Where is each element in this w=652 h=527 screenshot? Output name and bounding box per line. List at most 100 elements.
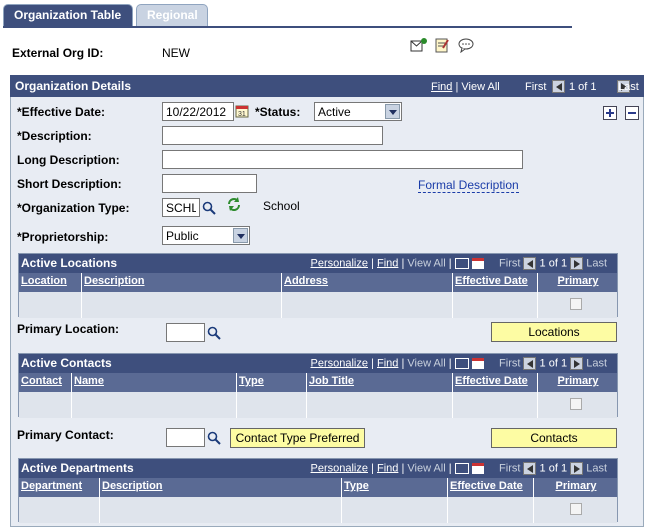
grid-header: Active Contacts Personalize | Find | Vie… xyxy=(19,354,617,373)
grid-header: Active Departments Personalize | Find | … xyxy=(19,459,617,478)
grid-prev-button[interactable] xyxy=(523,462,537,475)
add-row-button[interactable] xyxy=(603,106,617,120)
locations-button[interactable]: Locations xyxy=(491,322,617,342)
refresh-notes-icon[interactable] xyxy=(434,37,450,53)
grid-next-button[interactable] xyxy=(570,462,584,475)
grid-prev-button[interactable] xyxy=(523,357,537,370)
grid-next-button[interactable] xyxy=(570,357,584,370)
organization-type-label: *Organization Type: xyxy=(17,201,130,215)
section-find-link[interactable]: Find xyxy=(431,81,452,93)
grid-column-headers: Location Description Address Effective D… xyxy=(19,273,617,292)
column-department[interactable]: Department xyxy=(19,478,100,497)
column-contact[interactable]: Contact xyxy=(19,373,72,392)
effective-date-label: *Effective Date: xyxy=(17,105,106,119)
section-row-count: 1 of 1 xyxy=(569,81,597,93)
refresh-icon[interactable] xyxy=(226,196,242,212)
minus-icon xyxy=(628,112,636,114)
plus-icon xyxy=(606,109,614,117)
table-row xyxy=(19,292,617,318)
download-grid-icon[interactable] xyxy=(471,358,484,369)
grid-next-button[interactable] xyxy=(570,257,584,270)
delete-row-button[interactable] xyxy=(625,106,639,120)
column-effective-date[interactable]: Effective Date xyxy=(453,373,538,392)
grid-find-link[interactable]: Find xyxy=(377,357,398,369)
short-description-input[interactable] xyxy=(162,174,257,193)
table-row xyxy=(19,392,617,418)
zoom-grid-icon[interactable] xyxy=(454,258,469,269)
description-input[interactable] xyxy=(162,126,383,145)
tab-organization-table[interactable]: Organization Table xyxy=(3,4,133,26)
notify-icon[interactable] xyxy=(410,37,428,53)
grid-title: Active Contacts xyxy=(21,356,112,370)
long-description-input[interactable] xyxy=(162,150,523,169)
download-grid-icon[interactable] xyxy=(471,463,484,474)
grid-last-label: Last xyxy=(586,357,607,370)
grid-view-all[interactable]: View All xyxy=(407,462,445,474)
primary-location-label: Primary Location: xyxy=(17,322,120,336)
grid-find-link[interactable]: Find xyxy=(377,462,398,474)
zoom-grid-icon[interactable] xyxy=(454,463,469,474)
primary-contact-label: Primary Contact: xyxy=(17,428,114,442)
grid-first-label: First xyxy=(499,357,521,370)
personalize-link[interactable]: Personalize xyxy=(311,257,368,269)
personalize-link[interactable]: Personalize xyxy=(311,462,368,474)
personalize-link[interactable]: Personalize xyxy=(311,357,368,369)
long-description-label: Long Description: xyxy=(17,153,120,167)
primary-location-input[interactable] xyxy=(166,323,205,342)
contacts-button[interactable]: Contacts xyxy=(491,428,617,448)
grid-row-count: 1 of 1 xyxy=(539,462,568,475)
calendar-icon[interactable]: 31 xyxy=(235,104,249,118)
primary-checkbox[interactable] xyxy=(570,503,582,515)
grid-prev-button[interactable] xyxy=(523,257,537,270)
organization-details-header: Organization Details Find | View All Fir… xyxy=(10,75,644,97)
status-select[interactable]: Active xyxy=(314,102,402,121)
grid-row-count: 1 of 1 xyxy=(539,257,568,270)
primary-contact-input[interactable] xyxy=(166,428,205,447)
section-view-all-link[interactable]: View All xyxy=(461,81,499,93)
active-locations-grid: Active Locations Personalize | Find | Vi… xyxy=(18,253,618,318)
short-description-label: Short Description: xyxy=(17,177,122,191)
column-description[interactable]: Description xyxy=(82,273,282,292)
chevron-down-icon xyxy=(233,228,248,243)
grid-view-all[interactable]: View All xyxy=(407,357,445,369)
grid-find-link[interactable]: Find xyxy=(377,257,398,269)
section-last-label: Last xyxy=(618,81,639,93)
column-effective-date[interactable]: Effective Date xyxy=(453,273,538,292)
svg-text:31: 31 xyxy=(238,111,246,118)
active-contacts-grid: Active Contacts Personalize | Find | Vie… xyxy=(18,353,618,418)
grid-row-count: 1 of 1 xyxy=(539,357,568,370)
download-grid-icon[interactable] xyxy=(471,258,484,269)
formal-description-link[interactable]: Formal Description xyxy=(418,178,519,193)
search-icon[interactable] xyxy=(207,326,221,340)
grid-last-label: Last xyxy=(586,462,607,475)
primary-checkbox[interactable] xyxy=(570,398,582,410)
contact-type-preferred-button[interactable]: Contact Type Preferred xyxy=(230,428,365,448)
zoom-grid-icon[interactable] xyxy=(454,358,469,369)
external-org-id-value: NEW xyxy=(162,46,190,60)
grid-first-label: First xyxy=(499,257,521,270)
search-icon[interactable] xyxy=(207,431,221,445)
external-org-id-label: External Org ID: xyxy=(12,46,104,60)
column-type[interactable]: Type xyxy=(237,373,307,392)
column-location[interactable]: Location xyxy=(19,273,82,292)
effective-date-input[interactable] xyxy=(162,102,234,121)
grid-view-all[interactable]: View All xyxy=(407,257,445,269)
column-job-title[interactable]: Job Title xyxy=(307,373,453,392)
column-effective-date[interactable]: Effective Date xyxy=(448,478,534,497)
column-description[interactable]: Description xyxy=(100,478,342,497)
column-primary[interactable]: Primary xyxy=(538,273,618,292)
chevron-down-icon xyxy=(385,104,400,119)
prev-row-button[interactable] xyxy=(552,80,565,94)
comment-icon[interactable] xyxy=(458,37,474,53)
column-primary[interactable]: Primary xyxy=(538,373,618,392)
status-label: *Status: xyxy=(255,105,301,119)
organization-type-input[interactable] xyxy=(162,198,200,217)
tab-regional[interactable]: Regional xyxy=(136,4,208,26)
column-type[interactable]: Type xyxy=(342,478,448,497)
primary-checkbox[interactable] xyxy=(570,298,582,310)
column-primary[interactable]: Primary xyxy=(534,478,618,497)
proprietorship-select[interactable]: Public xyxy=(162,226,250,245)
column-address[interactable]: Address xyxy=(282,273,453,292)
column-name[interactable]: Name xyxy=(72,373,237,392)
search-icon[interactable] xyxy=(202,201,216,215)
